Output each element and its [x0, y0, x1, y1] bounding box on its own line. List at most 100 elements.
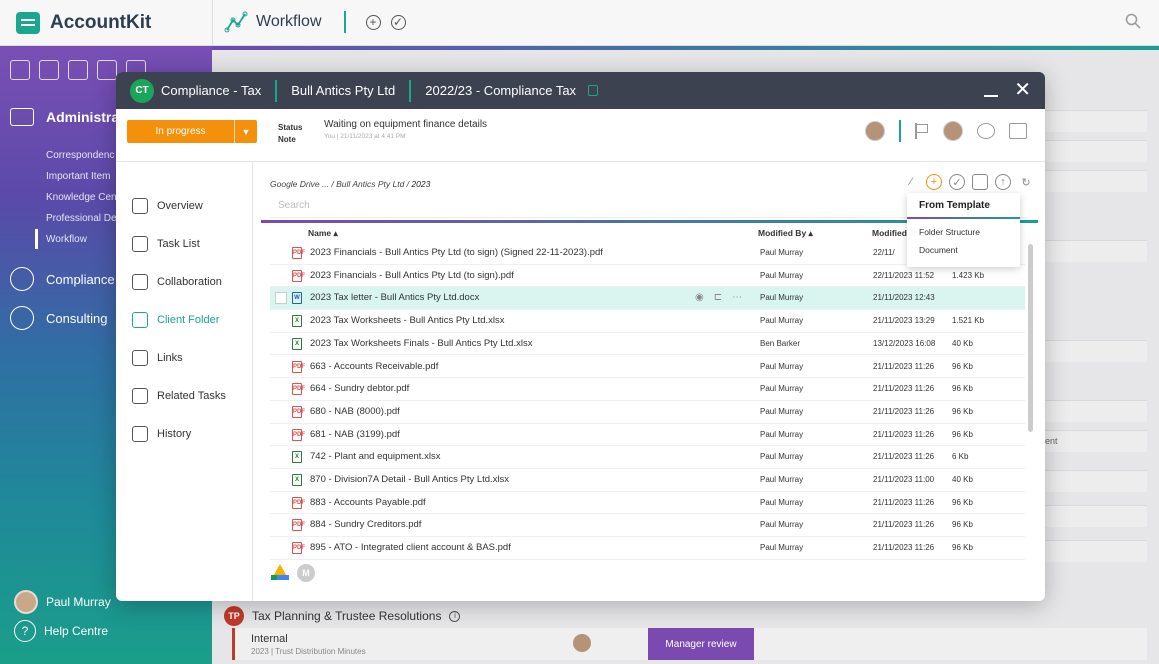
help-centre-link[interactable]: ? Help Centre	[14, 620, 108, 642]
nav-overview[interactable]: Overview	[132, 198, 203, 214]
copy-icon[interactable]	[588, 85, 599, 96]
col-modified-by[interactable]: Modified By ▴	[758, 228, 813, 239]
file-row[interactable]: X 2023 Tax Worksheets Finals - Bull Antic…	[270, 333, 1025, 356]
file-name[interactable]: 883 - Accounts Payable.pdf	[310, 497, 426, 508]
file-name[interactable]: 895 - ATO - Integrated client account & …	[310, 542, 511, 553]
minimize-icon[interactable]	[984, 95, 999, 97]
sidebar-section-compliance[interactable]: Compliance	[10, 267, 115, 291]
sidebar-item-workflow[interactable]: Workflow	[46, 234, 87, 245]
client-name[interactable]: Bull Antics Pty Ltd	[291, 83, 395, 98]
group-title: Tax Planning & Trustee Resolutions	[252, 609, 442, 623]
preview-icon[interactable]: ◉	[695, 292, 704, 303]
file-size: 96 Kb	[952, 429, 973, 439]
assignee-avatar[interactable]	[865, 121, 885, 141]
refresh-icon[interactable]: ↻	[1018, 174, 1034, 190]
flag-icon[interactable]	[915, 123, 929, 139]
nav-task-list[interactable]: Task List	[132, 236, 200, 252]
status-note[interactable]: Waiting on equipment finance details	[324, 119, 487, 130]
menu-item-folder-structure[interactable]: Folder Structure	[919, 227, 980, 237]
job-type: Compliance - Tax	[161, 83, 262, 98]
upload-icon[interactable]: ↑	[995, 174, 1011, 190]
list-icon[interactable]	[39, 60, 59, 80]
file-row[interactable]: X 742 - Plant and equipment.xlsx Paul Murr…	[270, 446, 1025, 469]
wand-icon[interactable]: ⁄	[903, 174, 919, 190]
internal-task-row[interactable]: Internal 2023 | Trust Distribution Minut…	[232, 628, 1147, 660]
menu-item-document[interactable]: Document	[919, 245, 958, 255]
col-modified[interactable]: Modified	[872, 228, 907, 238]
status-dropdown[interactable]: In progress ▼	[127, 120, 257, 143]
sidebar-section-consulting[interactable]: Consulting	[10, 306, 107, 330]
document-icon[interactable]	[97, 60, 117, 80]
modified-by: Paul Murray	[760, 429, 804, 439]
nav-links[interactable]: Links	[132, 350, 183, 366]
people-icon[interactable]	[68, 60, 88, 80]
file-row[interactable]: X 2023 Tax Worksheets - Bull Antics Pty L…	[270, 310, 1025, 333]
file-row[interactable]: PDF 883 - Accounts Payable.pdf Paul Murray…	[270, 492, 1025, 515]
manager-avatar[interactable]	[943, 121, 963, 141]
nav-label: Task List	[157, 238, 200, 250]
file-name[interactable]: 742 - Plant and equipment.xlsx	[310, 451, 440, 462]
file-row[interactable]: X 870 - Division7A Detail - Bull Antics P…	[270, 469, 1025, 492]
sidebar-item-important-items[interactable]: Important Item	[46, 171, 110, 182]
caret-down-icon[interactable]: ▼	[234, 120, 257, 143]
tax-planning-group[interactable]: TP Tax Planning & Trustee Resolutions i	[224, 606, 470, 626]
col-name[interactable]: Name ▴	[308, 228, 338, 239]
check-icon[interactable]: ✓	[949, 174, 965, 190]
file-name[interactable]: 680 - NAB (8000).pdf	[310, 406, 400, 417]
related-icon	[132, 388, 148, 404]
file-name[interactable]: 2023 Tax letter - Bull Antics Pty Ltd.do…	[310, 292, 479, 303]
nav-client-folder[interactable]: Client Folder	[132, 312, 219, 328]
file-name[interactable]: 664 - Sundry debtor.pdf	[310, 383, 409, 394]
breadcrumb-path[interactable]: Google Drive ... / Bull Antics Pty Ltd /	[270, 179, 409, 189]
file-row[interactable]: PDF 680 - NAB (8000).pdf Paul Murray 21/11/…	[270, 401, 1025, 424]
check-icon[interactable]: ✓	[390, 14, 406, 30]
sidebar-item-correspondence[interactable]: Correspondenc	[46, 150, 114, 161]
add-icon[interactable]: +	[926, 174, 942, 190]
watchers-icon[interactable]	[977, 123, 995, 139]
close-icon[interactable]: ✕	[1014, 80, 1031, 100]
modified-by: Paul Murray	[760, 293, 804, 303]
pdf-file-icon: PDF	[292, 519, 305, 532]
sidebar-item-knowledge-centre[interactable]: Knowledge Cen	[46, 192, 117, 203]
info-icon[interactable]: i	[449, 610, 461, 622]
scrollbar[interactable]	[1028, 244, 1033, 432]
breadcrumb[interactable]: Google Drive ... / Bull Antics Pty Ltd /…	[270, 179, 430, 189]
rename-icon[interactable]: ⊏	[714, 292, 722, 303]
template-menu-title[interactable]: From Template	[919, 200, 990, 211]
search-icon[interactable]	[1125, 13, 1141, 29]
nav-collaboration[interactable]: Collaboration	[132, 274, 222, 290]
more-icon[interactable]: ⋯	[732, 292, 742, 303]
file-name[interactable]: 2023 Tax Worksheets - Bull Antics Pty Lt…	[310, 315, 505, 326]
manager-review-status[interactable]: Manager review	[648, 628, 754, 660]
file-name[interactable]: 884 - Sundry Creditors.pdf	[310, 519, 421, 530]
user-profile[interactable]: Paul Murray	[14, 590, 111, 614]
modified-date: 21/11/2023 11:26	[873, 497, 935, 507]
storage-providers: M	[271, 564, 315, 582]
file-row[interactable]: PDF 884 - Sundry Creditors.pdf Paul Murray…	[270, 514, 1025, 538]
file-name[interactable]: 2023 Financials - Bull Antics Pty Ltd (t…	[310, 270, 514, 281]
row-checkbox[interactable]	[275, 292, 287, 305]
file-name[interactable]: 2023 Tax Worksheets Finals - Bull Antics…	[310, 338, 532, 349]
add-icon[interactable]: +	[365, 14, 381, 30]
m-provider-icon[interactable]: M	[297, 564, 315, 582]
file-name[interactable]: 663 - Accounts Receivable.pdf	[310, 361, 438, 372]
nav-related-tasks[interactable]: Related Tasks	[132, 388, 226, 404]
file-name[interactable]: 870 - Division7A Detail - Bull Antics Pt…	[310, 474, 509, 485]
brand[interactable]: AccountKit	[0, 0, 212, 46]
nav-label: Links	[157, 352, 183, 364]
nav-history[interactable]: History	[132, 426, 191, 442]
calendar-icon[interactable]	[1009, 123, 1027, 139]
file-row[interactable]: PDF 681 - NAB (3199).pdf Paul Murray 21/11/…	[270, 424, 1025, 447]
file-name[interactable]: 681 - NAB (3199).pdf	[310, 429, 400, 440]
file-row[interactable]: PDF 663 - Accounts Receivable.pdf Paul Mur…	[270, 356, 1025, 379]
sidebar-section-administration[interactable]: Administrati	[10, 108, 128, 126]
file-name[interactable]: 2023 Financials - Bull Antics Pty Ltd (t…	[310, 247, 603, 258]
sidebar-item-professional-dev[interactable]: Professional De	[46, 213, 117, 224]
file-row[interactable]: PDF 664 - Sundry debtor.pdf Paul Murray 21/…	[270, 378, 1025, 401]
file-row[interactable]: PDF 2023 Financials - Bull Antics Pty Ltd…	[270, 265, 1025, 288]
home-icon[interactable]	[10, 60, 30, 80]
file-row[interactable]: W 2023 Tax letter - Bull Antics Pty Ltd.d…	[270, 287, 1025, 311]
google-drive-icon[interactable]	[271, 564, 289, 580]
folder-icon[interactable]	[972, 174, 988, 190]
file-row[interactable]: PDF 895 - ATO - Integrated client account…	[270, 537, 1025, 560]
